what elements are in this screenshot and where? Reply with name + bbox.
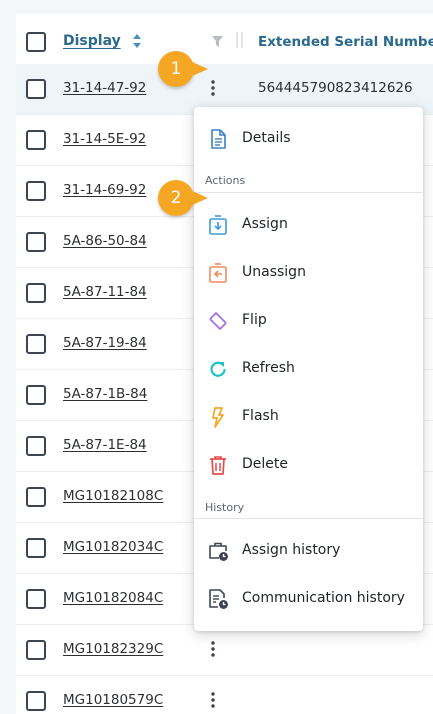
table-header: Display Extended Serial Number bbox=[16, 14, 433, 65]
menu-item-communication-history[interactable]: Communication history bbox=[194, 577, 423, 621]
menu-item-label: Assign history bbox=[242, 542, 341, 558]
device-display-link[interactable]: 5A-87-1E-84 bbox=[63, 437, 147, 453]
device-display-link[interactable]: MG10182329C bbox=[63, 641, 163, 657]
table-row[interactable]: MG10182329C bbox=[16, 625, 433, 676]
row-checkbox[interactable] bbox=[26, 538, 46, 558]
menu-item-flip[interactable]: Flip bbox=[194, 299, 423, 343]
row-checkbox[interactable] bbox=[26, 181, 46, 201]
callout-pointer bbox=[190, 61, 208, 77]
serial-column-header[interactable]: Extended Serial Number bbox=[258, 34, 433, 50]
menu-item-label: Refresh bbox=[242, 360, 295, 376]
column-resize-handle[interactable] bbox=[236, 32, 243, 48]
menu-item-flash[interactable]: Flash bbox=[194, 395, 423, 439]
menu-item-label: Assign bbox=[242, 216, 288, 232]
device-display-link[interactable]: 5A-87-1B-84 bbox=[63, 386, 147, 402]
menu-item-label: Details bbox=[242, 130, 291, 146]
row-checkbox[interactable] bbox=[26, 691, 46, 711]
menu-item-assign[interactable]: Assign bbox=[194, 203, 423, 247]
callout-number: 1 bbox=[170, 59, 182, 79]
menu-item-unassign[interactable]: Unassign bbox=[194, 251, 423, 295]
row-checkbox[interactable] bbox=[26, 589, 46, 609]
actions-section-heading: Actions bbox=[205, 174, 246, 187]
filter-icon[interactable] bbox=[212, 36, 223, 47]
menu-item-refresh[interactable]: Refresh bbox=[194, 347, 423, 391]
device-display-link[interactable]: 31-14-69-92 bbox=[63, 182, 146, 198]
display-column-header[interactable]: Display bbox=[63, 33, 121, 49]
row-checkbox[interactable] bbox=[26, 487, 46, 507]
select-all-checkbox[interactable] bbox=[26, 32, 46, 52]
menu-item-details[interactable]: Details bbox=[194, 117, 423, 161]
serial-cell: 564445790823412626 bbox=[258, 80, 413, 96]
row-checkbox[interactable] bbox=[26, 283, 46, 303]
row-checkbox[interactable] bbox=[26, 385, 46, 405]
document-icon bbox=[211, 129, 226, 149]
device-display-link[interactable]: MG10182034C bbox=[63, 539, 163, 555]
flash-icon bbox=[212, 407, 224, 428]
menu-item-label: Communication history bbox=[242, 590, 405, 606]
row-checkbox[interactable] bbox=[26, 334, 46, 354]
menu-item-label: Flash bbox=[242, 408, 279, 424]
row-checkbox[interactable] bbox=[26, 640, 46, 660]
refresh-icon bbox=[210, 361, 226, 377]
menu-item-delete[interactable]: Delete bbox=[194, 443, 423, 487]
briefcase-clock-icon bbox=[209, 542, 228, 561]
unassign-icon bbox=[209, 263, 227, 283]
menu-item-label: Delete bbox=[242, 456, 288, 472]
device-display-link[interactable]: MG10182084C bbox=[63, 590, 163, 606]
menu-item-label: Unassign bbox=[242, 264, 306, 280]
document-clock-icon bbox=[209, 589, 228, 609]
history-section-heading: History bbox=[205, 501, 245, 514]
callout-badge-1: 1 bbox=[158, 51, 208, 87]
device-display-link[interactable]: 31-14-5E-92 bbox=[63, 131, 146, 147]
device-display-link[interactable]: MG10180579C bbox=[63, 692, 163, 708]
device-display-link[interactable]: MG10182108C bbox=[63, 488, 163, 504]
row-checkbox[interactable] bbox=[26, 436, 46, 456]
flip-icon bbox=[209, 312, 227, 330]
divider bbox=[194, 518, 423, 519]
trash-icon bbox=[210, 456, 226, 475]
device-display-link[interactable]: 5A-87-19-84 bbox=[63, 335, 147, 351]
device-display-link[interactable]: 5A-86-50-84 bbox=[63, 233, 147, 249]
row-checkbox[interactable] bbox=[26, 130, 46, 150]
divider bbox=[194, 192, 423, 193]
row-checkbox[interactable] bbox=[26, 79, 46, 99]
device-display-link[interactable]: 31-14-47-92 bbox=[63, 80, 146, 96]
sort-icon[interactable] bbox=[132, 33, 142, 49]
menu-item-assign-history[interactable]: Assign history bbox=[194, 529, 423, 573]
callout-number: 2 bbox=[170, 188, 182, 208]
menu-item-label: Flip bbox=[242, 312, 267, 328]
row-actions-menu: Details Actions Assign Unassign Flip Ref… bbox=[194, 107, 423, 631]
row-menu-icon[interactable] bbox=[206, 78, 220, 98]
row-checkbox[interactable] bbox=[26, 232, 46, 252]
device-display-link[interactable]: 5A-87-11-84 bbox=[63, 284, 147, 300]
table-row[interactable]: MG10180579C bbox=[16, 676, 433, 714]
assign-icon bbox=[209, 215, 227, 235]
callout-badge-2: 2 bbox=[158, 180, 208, 216]
row-menu-icon[interactable] bbox=[206, 690, 220, 710]
callout-pointer bbox=[190, 190, 208, 206]
row-menu-icon[interactable] bbox=[206, 639, 220, 659]
